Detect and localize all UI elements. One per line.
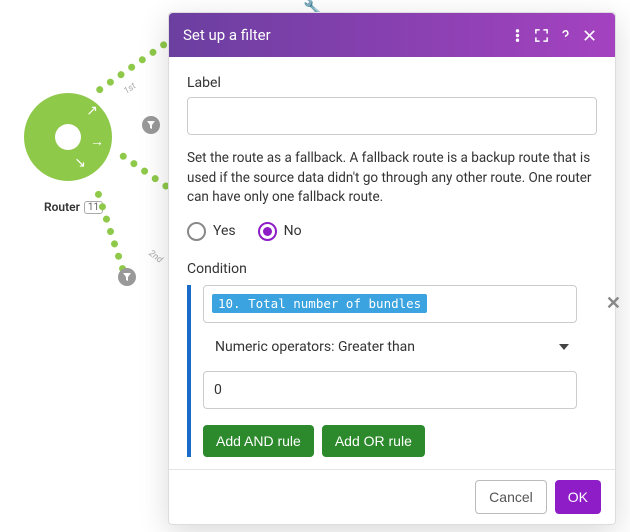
radio-icon (258, 222, 277, 241)
dialog-body: Label Set the route as a fallback. A fal… (169, 57, 615, 469)
close-icon[interactable] (577, 23, 601, 47)
fallback-yes-radio[interactable]: Yes (187, 222, 236, 241)
fallback-no-radio[interactable]: No (258, 222, 302, 241)
arrow-icon: → (90, 133, 104, 150)
operator-value: Numeric operators: Greater than (215, 339, 415, 355)
router-center-icon (55, 124, 81, 150)
filter-node-2[interactable] (118, 268, 136, 286)
more-menu-icon[interactable] (505, 23, 529, 47)
condition-field-input[interactable]: 10. Total number of bundles (203, 285, 577, 323)
dialog-title: Set up a filter (183, 26, 505, 44)
filter-dialog: Set up a filter Label Set the route as a… (168, 12, 616, 525)
variable-pill[interactable]: 10. Total number of bundles (212, 294, 427, 313)
router-node[interactable]: ↗ → ↘ (24, 93, 112, 181)
add-and-rule-button[interactable]: Add AND rule (203, 425, 314, 457)
fallback-description: Set the route as a fallback. A fallback … (187, 149, 597, 208)
filter-node-1[interactable] (142, 116, 160, 134)
label-field-label: Label (187, 75, 597, 91)
label-input[interactable] (187, 97, 597, 135)
route-path-1 (95, 33, 179, 95)
route-path-3 (94, 190, 127, 273)
dialog-footer: Cancel OK (169, 469, 615, 524)
ordinal-2nd: 2nd (146, 249, 164, 266)
help-icon[interactable] (553, 23, 577, 47)
ordinal-1st: 1st (122, 81, 138, 96)
cancel-button[interactable]: Cancel (475, 480, 547, 514)
radio-label: No (284, 223, 302, 239)
condition-group: 10. Total number of bundles ✕ Numeric op… (187, 285, 597, 457)
expand-icon[interactable] (529, 23, 553, 47)
fallback-radio-group: Yes No (187, 222, 597, 241)
dialog-header: Set up a filter (169, 13, 615, 57)
router-label: Router (44, 200, 80, 214)
radio-label: Yes (213, 223, 236, 239)
ok-button[interactable]: OK (555, 480, 601, 514)
operator-select[interactable]: Numeric operators: Greater than (203, 331, 577, 363)
group-bar (187, 285, 191, 457)
add-or-rule-button[interactable]: Add OR rule (322, 425, 425, 457)
chevron-down-icon (559, 344, 569, 350)
remove-condition-icon[interactable]: ✕ (606, 293, 621, 314)
condition-value-text: 0 (214, 382, 222, 398)
radio-icon (187, 222, 206, 241)
condition-value-input[interactable]: 0 (203, 371, 577, 409)
arrow-icon: ↗ (86, 103, 98, 119)
condition-label: Condition (187, 261, 597, 277)
arrow-icon: ↘ (74, 155, 86, 171)
